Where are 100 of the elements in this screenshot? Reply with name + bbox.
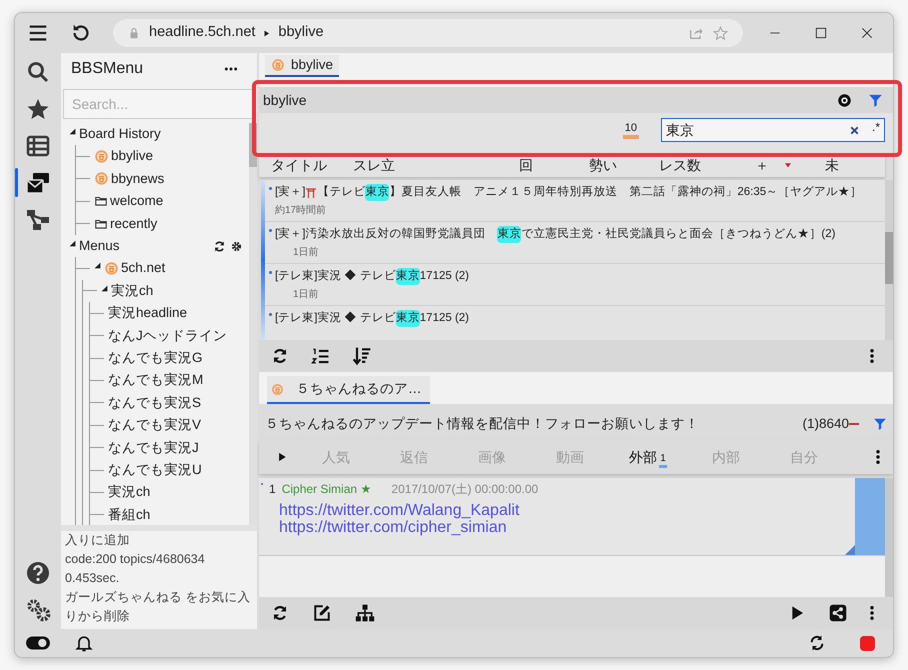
post-number: 1 xyxy=(269,481,276,498)
expand-triangle-icon[interactable] xyxy=(69,240,76,247)
tree-item[interactable]: 5ch.net xyxy=(121,258,166,279)
tree-item[interactable]: 実況ch xyxy=(108,482,150,503)
star-icon[interactable] xyxy=(26,96,50,120)
settings-icon[interactable] xyxy=(25,597,51,623)
mail-stack-icon[interactable] xyxy=(26,170,50,194)
thread-age: 1日前 xyxy=(292,288,320,302)
numbered-list-icon[interactable] xyxy=(311,346,330,366)
tree-item[interactable]: 実況ch xyxy=(111,280,154,302)
filter-icon[interactable] xyxy=(868,92,883,108)
refresh-icon[interactable] xyxy=(271,347,289,365)
log-line: 0.453sec. xyxy=(65,570,120,587)
bookmark-star-icon[interactable] xyxy=(712,24,729,42)
response-count: (1)8640 xyxy=(802,414,849,433)
list-icon[interactable] xyxy=(26,134,50,158)
sort-marker-icon xyxy=(785,162,791,168)
tree-item[interactable]: なんでも実況S xyxy=(108,392,202,413)
tree-item[interactable]: recently xyxy=(110,214,158,234)
board-title: bbylive xyxy=(263,90,307,110)
column-header[interactable]: レス数 xyxy=(659,154,701,176)
maximize-icon[interactable] xyxy=(813,25,829,41)
filter-search-field[interactable]: 東京 .* xyxy=(661,118,885,142)
post-date: 2017/10/07(土) 00:00:00.00 xyxy=(391,481,538,498)
expand-play-icon[interactable] xyxy=(277,451,287,463)
tree-icon[interactable] xyxy=(26,208,50,232)
tree-item[interactable]: なんJヘッドライン xyxy=(108,326,227,346)
log-line: code:200 topics/4680634 xyxy=(65,551,206,568)
tree-item[interactable]: Menus xyxy=(79,236,120,256)
sort-descending-icon[interactable] xyxy=(352,346,372,366)
corner-marker-icon xyxy=(845,545,855,555)
sitemap-icon[interactable] xyxy=(355,603,375,623)
sync-icon[interactable] xyxy=(808,634,826,652)
settings-icon[interactable] xyxy=(230,240,243,253)
clear-icon[interactable] xyxy=(848,124,860,136)
post-link[interactable]: https://twitter.com/cipher_simian xyxy=(279,519,507,536)
disc-icon[interactable] xyxy=(837,92,852,108)
post-link[interactable]: https://twitter.com/Walang_Kapalit xyxy=(279,502,520,519)
filter-icon[interactable] xyxy=(873,417,887,431)
thread-title: ５ちゃんねるのアップデート情報を配信中！フォローお願いします！ xyxy=(265,414,699,433)
address-bar[interactable]: headline.5ch.net bbylive xyxy=(113,19,743,47)
board-icon xyxy=(94,149,109,164)
expand-triangle-icon[interactable] xyxy=(101,284,108,292)
thread-tab[interactable]: ５ちゃんねるのア… xyxy=(267,376,430,404)
address-host: headline.5ch.net xyxy=(149,23,256,42)
thread-row[interactable]: [テレ東]実況 ◆ テレビ東京17125 (2) 1日前 xyxy=(265,264,885,306)
thread-title: [テレ東]実況 ◆ テレビ東京17125 (2) xyxy=(275,268,470,286)
thread-age: 1日前 xyxy=(292,246,320,260)
board-tab[interactable]: bbylive xyxy=(265,55,340,77)
thread-age: 約17時間前 xyxy=(274,204,328,218)
sidebar-title: BBSMenu xyxy=(71,59,144,79)
column-header[interactable]: 回 xyxy=(519,154,533,176)
column-header[interactable]: スレ立 xyxy=(353,154,395,176)
edit-icon[interactable] xyxy=(313,604,331,622)
torii-icon xyxy=(305,186,318,199)
regex-toggle[interactable]: .* xyxy=(872,122,880,132)
thread-row[interactable]: [実＋]汚染水放出反対の韓国野党議員団 東京で立憲民主党・社民党議員らと面会［きつねうどん★］(2) 1日前 xyxy=(265,222,885,264)
column-header[interactable]: 勢い xyxy=(589,154,617,176)
expand-triangle-icon[interactable] xyxy=(69,128,76,135)
tree-item[interactable]: welcome xyxy=(110,191,164,212)
thread-title: [実＋] 【テレビ東京】夏目友人帳 アニメ１５周年特別再放送 第二話「露神の祠」26:35～［ヤグアル★］ xyxy=(275,184,862,202)
tree-item[interactable]: なんでも実況M xyxy=(108,370,204,391)
match-count: 10 xyxy=(622,122,639,138)
stop-button[interactable] xyxy=(860,636,875,650)
thread-title: [実＋]汚染水放出反対の韓国野党議員団 東京で立憲民主党・社民党議員らと面会［きつねうどん★］(2) xyxy=(275,226,836,244)
share-icon[interactable] xyxy=(829,604,847,622)
tree-item[interactable]: 実況headline xyxy=(108,303,188,324)
close-icon[interactable] xyxy=(859,25,875,41)
expand-triangle-icon[interactable] xyxy=(94,262,101,270)
column-header[interactable]: タイトル xyxy=(271,154,327,176)
board-icon xyxy=(94,171,109,186)
column-header[interactable]: 未 xyxy=(825,154,839,176)
breadcrumb-arrow-icon xyxy=(263,28,270,38)
refresh-icon[interactable] xyxy=(213,240,226,253)
log-line: ガールズちゃんねる をお気に入りから削除 xyxy=(65,589,252,625)
tree-item[interactable]: bbynews xyxy=(111,168,164,190)
help-icon[interactable] xyxy=(26,561,50,585)
folder-icon xyxy=(94,194,108,208)
tree-item[interactable]: なんでも実況J xyxy=(108,438,199,458)
search-field[interactable]: Search... xyxy=(63,89,255,119)
tree-item[interactable]: bbylive xyxy=(111,146,154,167)
board-icon xyxy=(271,58,285,72)
scrollbar-thumb[interactable] xyxy=(885,232,893,284)
column-header[interactable]: ＋ xyxy=(755,154,769,176)
board-icon xyxy=(104,261,119,276)
search-icon[interactable] xyxy=(26,60,50,84)
log-line: 入りに追加 xyxy=(65,532,131,549)
tree-item[interactable]: Board History xyxy=(79,124,161,144)
tree-item[interactable]: なんでも実況V xyxy=(108,415,202,436)
board-icon xyxy=(271,382,284,396)
tree-item[interactable]: 番組ch xyxy=(108,504,150,525)
refresh-icon[interactable] xyxy=(271,604,289,622)
address-path: bbylive xyxy=(278,23,324,42)
tree-item[interactable]: なんでも実況G xyxy=(108,348,203,368)
thread-title: [テレ東]実況 ◆ テレビ東京17125 (2) xyxy=(275,310,470,328)
thread-row[interactable]: [実＋] 【テレビ東京】夏目友人帳 アニメ１５周年特別再放送 第二話「露神の祠」26:35～［ヤグアル★］ 約17時間前 xyxy=(265,180,885,222)
poster-name: Cipher Simian ★ xyxy=(282,481,372,498)
filter-tab[interactable]: 外部 1 xyxy=(629,446,667,468)
tree-item[interactable]: なんでも実況U xyxy=(108,460,202,480)
dash-marker-icon xyxy=(849,423,859,425)
